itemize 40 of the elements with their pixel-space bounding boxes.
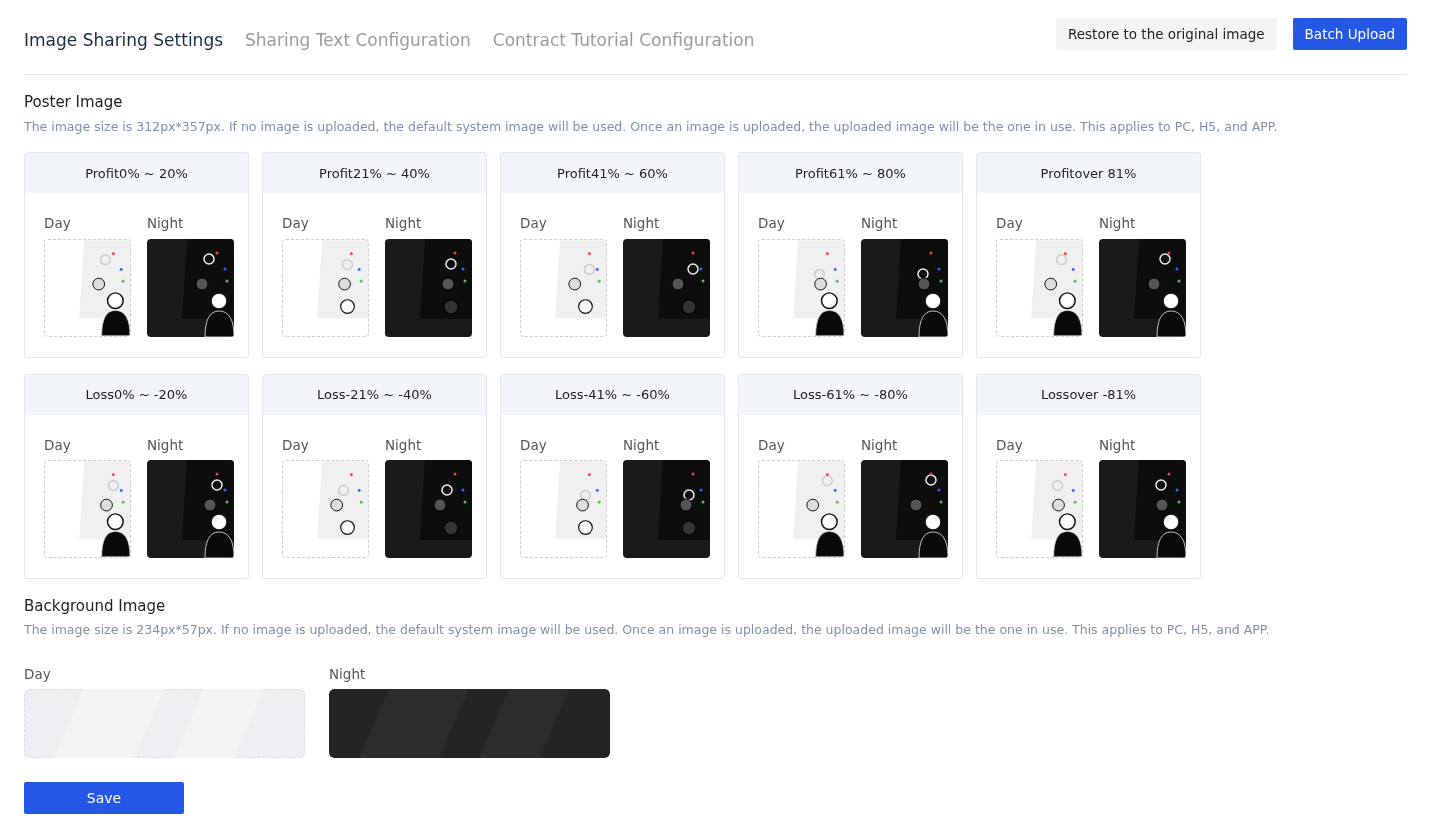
- image-label: Night: [861, 435, 899, 455]
- save-button[interactable]: Save: [24, 782, 184, 815]
- image-label: Day: [520, 214, 548, 234]
- image-label: Night: [861, 214, 899, 234]
- upload-button[interactable]: Batch Upload: [1292, 18, 1407, 51]
- card-title: Loss-21% ~ -40%: [263, 374, 486, 415]
- card-title: Loss-61% ~ -80%: [739, 374, 962, 415]
- card-title: Loss-41% ~ -60%: [501, 374, 724, 415]
- image-label: Day: [996, 435, 1024, 455]
- section-title: Poster Image: [24, 92, 124, 113]
- restore-button[interactable]: Restore to the original image: [1056, 18, 1277, 51]
- image-label: Day: [758, 435, 786, 455]
- image-label: Day: [282, 435, 310, 455]
- card-title: Profit0% ~ 20%: [25, 153, 248, 194]
- image-label: Night: [623, 214, 661, 234]
- image-label: Night: [623, 435, 661, 455]
- hint-text: The image size is 234px*57px. If no image is uploaded, the default system image will be used. Once an image is uploaded, the uploaded image will be the one in use. This applies to PC, H5, and APP.: [24, 621, 1271, 640]
- image-label: Day: [44, 214, 72, 234]
- section-title: Background Image: [24, 595, 167, 617]
- hint-text: The image size is 312px*357px. If no image is uploaded, the default system image will be used. Once an image is uploaded, the uploaded image will be the one in use. This applies to PC, H5, and APP.: [24, 117, 1279, 136]
- image-label: Night: [385, 435, 423, 455]
- image-label: Night: [329, 665, 367, 684]
- image-label: Day: [282, 214, 310, 234]
- image-label: Night: [1099, 435, 1137, 455]
- image-label: Day: [520, 435, 548, 455]
- image-label: Night: [147, 435, 185, 455]
- image-label: Night: [147, 214, 185, 234]
- card-title: Lossover -81%: [977, 374, 1200, 415]
- card-title: Loss0% ~ -20%: [25, 374, 248, 415]
- card-title: Profit41% ~ 60%: [501, 153, 724, 194]
- image-label: Day: [24, 665, 52, 684]
- card-title: Profit61% ~ 80%: [739, 153, 962, 194]
- image-label: Night: [385, 214, 423, 234]
- image-label: Day: [44, 435, 72, 455]
- image-label: Night: [1099, 214, 1137, 234]
- card-title: Profit21% ~ 40%: [263, 153, 486, 194]
- image-label: Day: [758, 214, 786, 234]
- tab[interactable]: Image Sharing Settings: [24, 18, 224, 64]
- image-label: Day: [996, 214, 1024, 234]
- card-title: Profitover 81%: [977, 153, 1200, 194]
